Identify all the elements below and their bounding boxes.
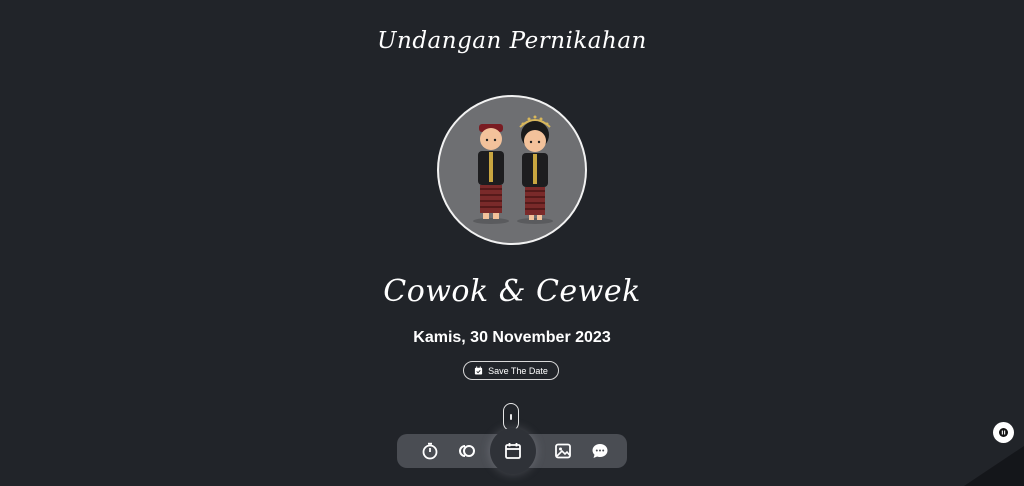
stopwatch-icon xyxy=(422,442,438,460)
page-title: Undangan Pernikahan xyxy=(377,28,647,54)
nav-item-couple[interactable] xyxy=(450,434,484,468)
calendar-check-icon xyxy=(474,366,483,375)
save-the-date-button[interactable]: Save The Date xyxy=(463,361,559,380)
calendar-icon xyxy=(505,443,521,459)
nav-item-countdown[interactable] xyxy=(413,434,447,468)
couple-illustration xyxy=(437,95,587,245)
gallery-icon xyxy=(555,443,571,459)
nav-item-event[interactable] xyxy=(490,428,536,474)
scroll-indicator[interactable] xyxy=(503,403,519,431)
chat-icon xyxy=(592,444,608,458)
couple-names: Cowok & Cewek xyxy=(383,274,641,309)
couple-illustration-svg xyxy=(473,115,553,224)
scroll-wheel-icon xyxy=(510,414,512,420)
nav-item-wishes[interactable] xyxy=(583,434,617,468)
music-toggle-button[interactable] xyxy=(993,422,1014,443)
bride-figure xyxy=(519,115,551,220)
groom-figure xyxy=(478,124,504,219)
pause-icon xyxy=(999,428,1008,437)
corner-decoration xyxy=(964,446,1024,486)
nav-item-gallery[interactable] xyxy=(546,434,580,468)
wedding-invitation-page: Undangan Pernikahan Cowok & Cewek Kamis,… xyxy=(0,0,1024,486)
couple-icon xyxy=(459,445,475,458)
event-date: Kamis, 30 November 2023 xyxy=(413,329,611,346)
save-the-date-label: Save The Date xyxy=(488,365,548,376)
